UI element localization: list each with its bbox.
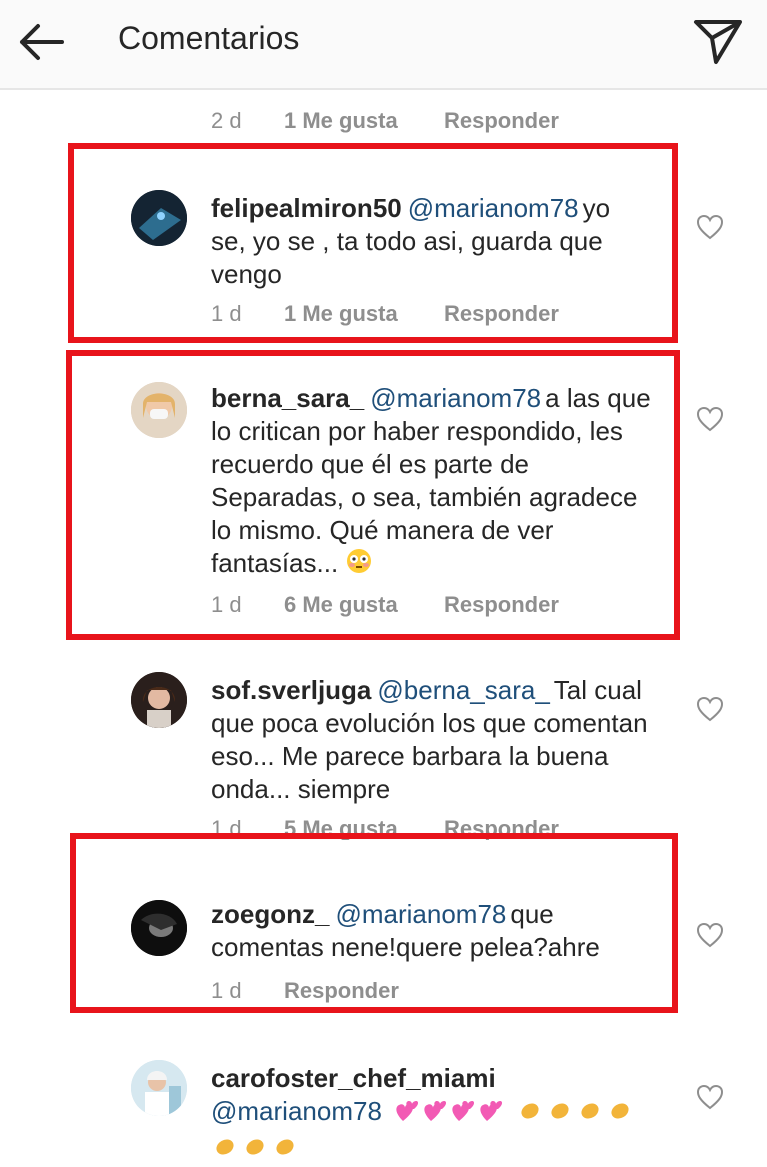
heart-icon[interactable] <box>696 922 724 948</box>
like-count[interactable]: 1 Me gusta <box>284 108 398 134</box>
highlight-box <box>70 833 678 1013</box>
clapping-hands-icon <box>211 1131 307 1167</box>
comment-username[interactable]: carofoster_chef_miami <box>211 1063 496 1093</box>
hearts-emoji-icon <box>393 1095 509 1131</box>
mention-link[interactable]: @marianom78 <box>211 1096 382 1126</box>
comment-time: 2 d <box>211 108 242 133</box>
direct-send-icon[interactable] <box>692 16 746 68</box>
heart-icon[interactable] <box>696 406 724 432</box>
comment-text: sof.sverljuga @berna_sara_ Tal cual que po… <box>211 674 651 806</box>
page-title: Comentarios <box>118 20 300 56</box>
heart-icon[interactable] <box>696 696 724 722</box>
avatar[interactable] <box>131 672 187 728</box>
prev-comment-meta: 2 d 1 Me gusta Responder <box>0 108 767 136</box>
comment-username[interactable]: sof.sverljuga <box>211 675 371 705</box>
comment-item: carofoster_chef_miami @marianom78 <box>0 1040 767 1155</box>
mention-link[interactable]: @berna_sara_ <box>377 675 549 705</box>
reply-button[interactable]: Responder <box>444 108 559 134</box>
avatar[interactable] <box>131 1060 187 1116</box>
header-bar: Comentarios <box>0 0 767 90</box>
heart-icon[interactable] <box>696 1084 724 1110</box>
comment-text: carofoster_chef_miami @marianom78 <box>211 1062 651 1167</box>
clapping-hands-icon <box>516 1095 638 1131</box>
heart-icon[interactable] <box>696 214 724 240</box>
highlight-box <box>66 350 680 640</box>
back-arrow-icon[interactable] <box>14 18 70 66</box>
highlight-box <box>68 143 678 343</box>
comment-item: sof.sverljuga @berna_sara_ Tal cual que po… <box>0 660 767 841</box>
